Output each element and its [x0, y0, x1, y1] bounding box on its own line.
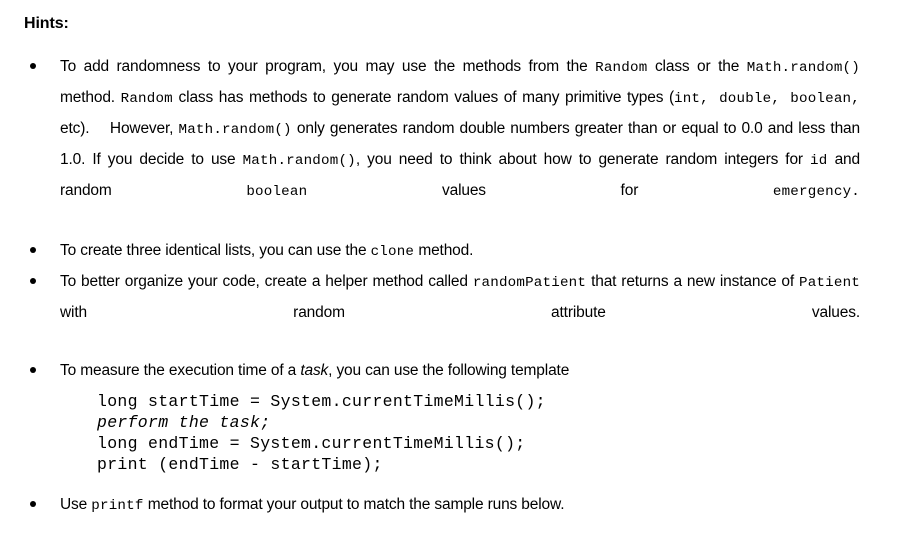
text-run: method.: [60, 89, 121, 106]
list-item: To measure the execution time of a task,…: [0, 356, 908, 385]
text-run: To better organize your code, create a h…: [60, 273, 473, 290]
text-run: class has methods to generate random val…: [172, 89, 675, 106]
text-run: , you need to think about how to generat…: [355, 151, 811, 168]
inline-code: printf: [91, 498, 144, 514]
list-item: To better organize your code, create a h…: [0, 267, 908, 356]
inline-code: Patient: [799, 275, 860, 291]
text-run: with random attribute values.: [60, 304, 860, 321]
page-title: Hints:: [24, 15, 69, 32]
text-run: etc). However,: [60, 120, 179, 137]
text-run: that returns a new instance of: [586, 273, 799, 290]
list-item-text: To add randomness to your program, you m…: [60, 52, 860, 236]
inline-code: Math.random(): [178, 122, 292, 138]
code-line: long startTime = System.currentTimeMilli…: [97, 391, 546, 411]
text-run: method to format your output to match th…: [143, 496, 565, 513]
list-item-text: To measure the execution time of a task,…: [60, 356, 860, 385]
text-run: method.: [414, 242, 474, 259]
hints-bullet-list: To add randomness to your program, you m…: [0, 52, 908, 385]
text-run: To add randomness to your program, you m…: [60, 58, 596, 75]
inline-code: Math.random(): [242, 153, 356, 169]
list-item-text: To better organize your code, create a h…: [60, 267, 860, 356]
bullet-dot-icon: [30, 278, 36, 284]
bullet-dot-icon: [30, 501, 36, 507]
code-snippet: long startTime = System.currentTimeMilli…: [97, 391, 546, 475]
bullet-dot-icon: [30, 247, 36, 253]
inline-code: Math.random(): [746, 60, 860, 76]
inline-code: Random: [595, 60, 648, 76]
code-line: perform the task;: [97, 412, 271, 432]
bullet-dot-icon: [30, 367, 36, 373]
list-item: Use printf method to format your output …: [0, 490, 908, 550]
inline-code: Random: [120, 91, 173, 107]
text-run: class or the: [647, 58, 747, 75]
text-run: , you can use the following template: [328, 362, 570, 379]
inline-code: int, double, boolean,: [674, 91, 860, 107]
inline-code: id: [810, 153, 828, 169]
code-line: print (endTime - startTime);: [97, 454, 383, 474]
text-run: task: [300, 362, 329, 379]
inline-code: clone: [370, 244, 415, 260]
code-line: long endTime = System.currentTimeMillis(…: [97, 433, 526, 453]
text-run: values for: [307, 182, 773, 199]
inline-code: emergency.: [772, 184, 861, 200]
inline-code: boolean: [246, 184, 308, 200]
text-run: Use: [60, 496, 92, 513]
list-item: To create three identical lists, you can…: [0, 236, 908, 267]
list-item: To add randomness to your program, you m…: [0, 52, 908, 236]
text-run: To create three identical lists, you can…: [60, 242, 371, 259]
bullet-dot-icon: [30, 63, 36, 69]
text-run: To measure the execution time of a: [60, 362, 301, 379]
list-item-text: Use printf method to format your output …: [60, 490, 860, 550]
inline-code: randomPatient: [472, 275, 587, 291]
document-page: Hints: To add randomness to your program…: [0, 0, 908, 540]
list-item-text: To create three identical lists, you can…: [60, 236, 860, 267]
